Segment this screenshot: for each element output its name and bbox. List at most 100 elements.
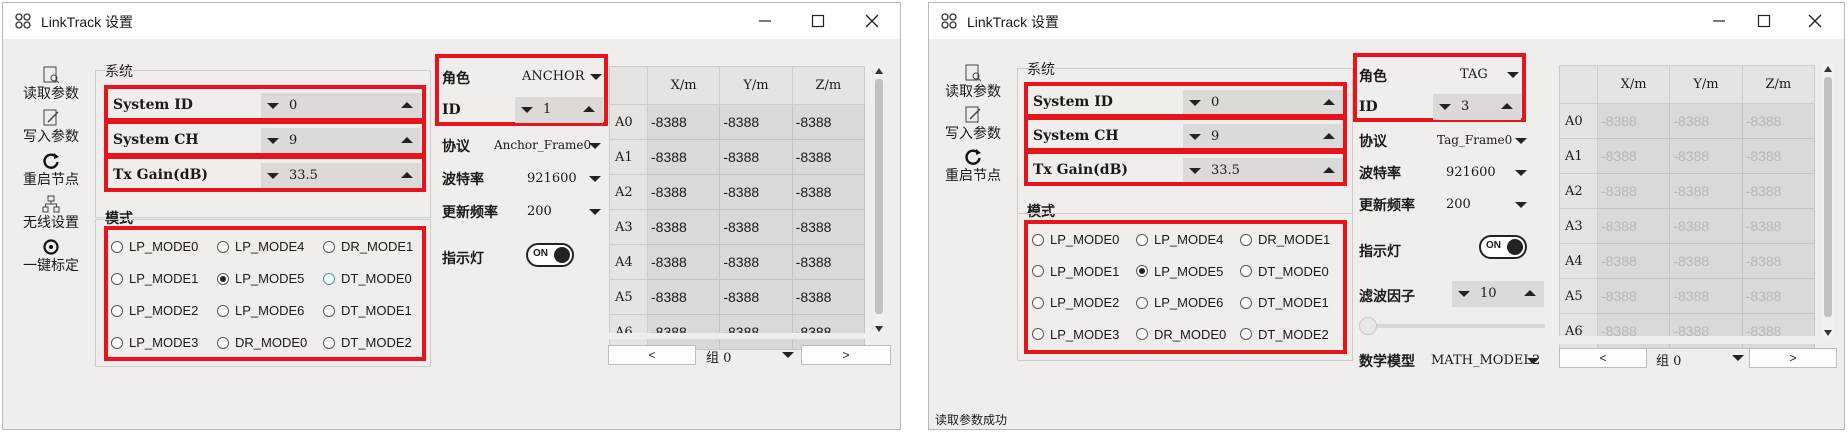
mode-radio-lp-mode3[interactable]: LP_MODE3: [1032, 327, 1119, 342]
radio-indicator[interactable]: [323, 304, 335, 317]
mode-radio-dt-mode2[interactable]: DT_MODE2: [323, 335, 412, 350]
mode-radio-dt-mode0[interactable]: DT_MODE0: [1240, 264, 1329, 279]
maximize-button[interactable]: [798, 9, 838, 33]
mode-radio-lp-mode0[interactable]: LP_MODE0: [111, 239, 198, 254]
cell-z[interactable]: -8388: [791, 279, 866, 315]
radio-indicator[interactable]: [1032, 233, 1044, 246]
cell-y[interactable]: -8388: [1669, 173, 1743, 209]
update-rate-combo[interactable]: 200: [1446, 197, 1527, 212]
increment-icon[interactable]: [1524, 290, 1536, 296]
cell-y[interactable]: -8388: [1669, 138, 1743, 174]
radio-indicator[interactable]: [1136, 328, 1148, 340]
baud-rate-combo[interactable]: 921600: [527, 171, 607, 186]
radio-indicator[interactable]: [323, 272, 335, 285]
cell-x[interactable]: -8388: [1596, 243, 1671, 279]
cell-x[interactable]: -8388: [646, 209, 721, 245]
increment-icon[interactable]: [583, 106, 595, 112]
mode-radio-dt-mode0[interactable]: DT_MODE0: [323, 271, 412, 286]
cell-y[interactable]: -8388: [1669, 103, 1743, 139]
system-ch-spinbox[interactable]: 9: [1183, 124, 1343, 150]
decrement-icon[interactable]: [1189, 168, 1201, 174]
mode-radio-dr-mode0[interactable]: DR_MODE0: [217, 335, 307, 350]
prev-group-button[interactable]: <: [1559, 348, 1647, 368]
radio-indicator[interactable]: [1032, 328, 1044, 340]
mode-radio-lp-mode1[interactable]: LP_MODE1: [1032, 264, 1119, 279]
wireless-settings-button[interactable]: 无线设置: [10, 194, 92, 232]
indicator-toggle[interactable]: ON: [1479, 235, 1527, 259]
cell-z[interactable]: -8388: [791, 244, 866, 280]
mode-radio-lp-mode4[interactable]: LP_MODE4: [1136, 232, 1223, 247]
radio-indicator[interactable]: [217, 272, 229, 285]
tx-gain-spinbox[interactable]: 33.5: [1183, 158, 1343, 184]
radio-indicator[interactable]: [217, 304, 229, 317]
scroll-up-icon[interactable]: [875, 68, 883, 74]
cell-z[interactable]: -8388: [1741, 138, 1816, 174]
close-button[interactable]: [852, 9, 892, 33]
mode-radio-lp-mode5[interactable]: LP_MODE5: [217, 271, 304, 286]
baud-rate-combo[interactable]: 921600: [1446, 165, 1527, 180]
increment-icon[interactable]: [1323, 167, 1335, 173]
mode-radio-dr-mode0[interactable]: DR_MODE0: [1136, 327, 1226, 342]
cell-x[interactable]: -8388: [1596, 103, 1671, 139]
id-spinbox[interactable]: 1: [515, 97, 603, 123]
cell-y[interactable]: -8388: [1669, 243, 1743, 279]
cell-x[interactable]: -8388: [646, 174, 721, 210]
radio-indicator[interactable]: [1032, 296, 1044, 309]
scroll-thumb[interactable]: [1824, 77, 1832, 317]
mode-radio-dr-mode1[interactable]: DR_MODE1: [1240, 232, 1330, 247]
radio-indicator[interactable]: [1240, 233, 1252, 246]
radio-indicator[interactable]: [217, 240, 229, 253]
decrement-icon[interactable]: [521, 107, 533, 113]
mode-radio-dt-mode1[interactable]: DT_MODE1: [1240, 295, 1329, 310]
radio-indicator[interactable]: [111, 304, 123, 317]
filter-slider-track[interactable]: [1359, 324, 1545, 328]
write-params-button[interactable]: 写入参数: [10, 108, 92, 146]
cell-x[interactable]: -8388: [646, 244, 721, 280]
increment-icon[interactable]: [1323, 133, 1335, 139]
decrement-icon[interactable]: [1458, 291, 1470, 297]
cell-y[interactable]: -8388: [719, 244, 793, 280]
scroll-down-icon[interactable]: [1824, 330, 1832, 336]
cell-z[interactable]: -8388: [1741, 243, 1816, 279]
table-scrollbar[interactable]: [1822, 63, 1834, 339]
mode-radio-lp-mode2[interactable]: LP_MODE2: [111, 303, 198, 318]
radio-indicator[interactable]: [217, 336, 229, 349]
system-id-spinbox[interactable]: 0: [261, 93, 421, 119]
mode-radio-lp-mode5[interactable]: LP_MODE5: [1136, 264, 1223, 279]
next-group-button[interactable]: >: [1749, 348, 1837, 368]
cell-x[interactable]: -8388: [646, 139, 721, 175]
group-combo[interactable]: 组 0: [1656, 350, 1746, 369]
read-params-button[interactable]: 读取参数: [10, 65, 92, 103]
increment-icon[interactable]: [1501, 103, 1513, 109]
filter-factor-spinbox[interactable]: 10: [1452, 281, 1544, 307]
radio-indicator[interactable]: [1136, 296, 1148, 309]
mode-radio-lp-mode1[interactable]: LP_MODE1: [111, 271, 198, 286]
decrement-icon[interactable]: [1439, 104, 1451, 110]
mode-radio-lp-mode0[interactable]: LP_MODE0: [1032, 232, 1119, 247]
update-rate-combo[interactable]: 200: [527, 204, 607, 219]
read-params-button[interactable]: 读取参数: [932, 63, 1014, 101]
one-key-calibrate-button[interactable]: 一键标定: [10, 237, 92, 275]
radio-indicator[interactable]: [1240, 265, 1252, 277]
restart-node-button[interactable]: 重启节点: [932, 147, 1014, 185]
cell-y[interactable]: -8388: [1669, 208, 1743, 244]
cell-z[interactable]: -8388: [1741, 173, 1816, 209]
radio-indicator[interactable]: [1136, 233, 1148, 246]
mode-radio-dr-mode1[interactable]: DR_MODE1: [323, 239, 413, 254]
cell-x[interactable]: -8388: [1596, 173, 1671, 209]
decrement-icon[interactable]: [267, 103, 279, 109]
radio-indicator[interactable]: [1136, 265, 1148, 277]
decrement-icon[interactable]: [267, 138, 279, 144]
cell-z[interactable]: -8388: [1741, 278, 1816, 314]
cell-x[interactable]: -8388: [1596, 138, 1671, 174]
next-group-button[interactable]: >: [801, 345, 891, 365]
scroll-down-icon[interactable]: [875, 326, 883, 332]
mode-radio-lp-mode6[interactable]: LP_MODE6: [217, 303, 304, 318]
protocol-combo[interactable]: Tag_Frame0: [1437, 133, 1527, 147]
write-params-button[interactable]: 写入参数: [932, 105, 1014, 143]
scroll-up-icon[interactable]: [1824, 66, 1832, 72]
cell-z[interactable]: -8388: [791, 174, 866, 210]
cell-z[interactable]: -8388: [1741, 103, 1816, 139]
radio-indicator[interactable]: [1240, 328, 1252, 340]
cell-x[interactable]: -8388: [1596, 208, 1671, 244]
